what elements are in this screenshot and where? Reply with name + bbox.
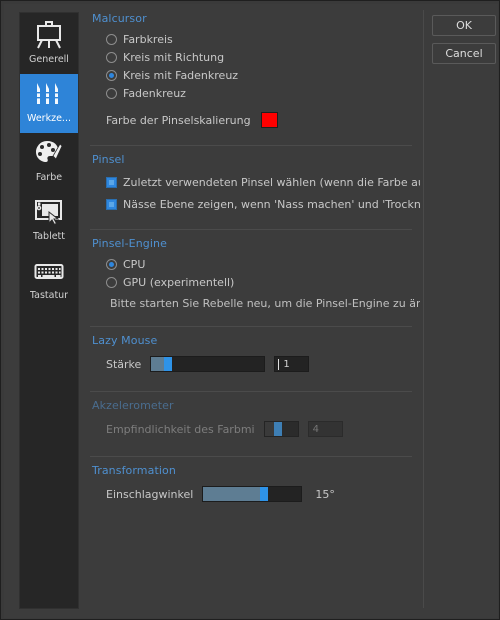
radio-farbkreis[interactable]: Farbkreis [106,31,420,48]
section-title: Akzelerometer [92,399,174,412]
transformation-angle-label: Einschlagwinkel [106,487,194,501]
lazy-mouse-strength-input[interactable]: 1 [274,356,310,372]
brush-scaling-color-row: Farbe der Pinselskalierung [106,109,420,131]
transformation-angle-slider[interactable] [202,486,303,502]
input-value: 1 [283,358,290,370]
sidebar-item-label: Werkze... [27,113,71,124]
lazy-mouse-strength-slider[interactable] [150,356,266,372]
radio-label: Kreis mit Richtung [123,51,225,64]
radio-label: Farbkreis [123,33,173,46]
sidebar-item-werkzeuge[interactable]: Werkze... [20,74,78,133]
transformation-angle-row: Einschlagwinkel 15° [106,483,420,505]
slider-fill [203,487,261,501]
radio-label: Kreis mit Fadenkreuz [123,69,239,82]
palette-icon [31,136,67,170]
radio-kreis-mit-richtung[interactable]: Kreis mit Richtung [106,49,420,66]
sidebar-item-label: Tablett [32,231,66,242]
section-divider [90,326,412,327]
section-lazy-mouse: Lazy Mouse Stärke 1 [90,326,420,375]
section-akzelerometer: Akzelerometer Empfindlichkeit des Farbmi… [90,391,420,440]
slider-fill [264,422,274,436]
checkbox-letzten-pinsel[interactable]: Zuletzt verwendeten Pinsel wählen (wenn … [106,172,420,193]
radio-label: GPU (experimentell) [123,276,235,289]
radio-kreis-mit-fadenkreuz[interactable]: Kreis mit Fadenkreuz [106,67,420,84]
brushes-icon [31,77,67,111]
sidebar-item-generell[interactable]: Generell [20,15,78,74]
settings-content: Malcursor Farbkreis Kreis mit Richtung K… [90,12,420,609]
checkbox-icon-checked [106,199,117,210]
sidebar-item-farbe[interactable]: Farbe [20,133,78,192]
tablet-icon [31,195,67,229]
akzelerometer-sensitivity-label: Empfindlichkeit des Farbmi [106,422,255,436]
text-caret [278,359,280,370]
slider-handle[interactable] [260,487,269,501]
section-pinsel: Pinsel Zuletzt verwendeten Pinsel wählen… [90,145,420,215]
cancel-button[interactable]: Cancel [432,43,496,64]
vertical-separator [423,10,424,608]
brush-scaling-color-swatch[interactable] [260,112,278,128]
radio-label: Fadenkreuz [123,87,186,100]
radio-label: CPU [123,258,146,271]
section-pinsel-engine: Pinsel-Engine CPU GPU (experimentell) Bi… [90,229,420,310]
section-title: Pinsel-Engine [92,237,167,250]
window-inner: Generell Werkze... Farbe Tablett Tastatu… [4,4,498,618]
sidebar-item-label: Farbe [35,172,63,183]
akzelerometer-sensitivity-input: 4 [307,421,343,437]
radio-cpu[interactable]: CPU [106,256,420,273]
radio-icon-selected [106,259,117,270]
akzelerometer-sensitivity-row: Empfindlichkeit des Farbmi 4 [106,418,420,440]
section-divider [90,456,412,457]
lazy-mouse-strength-row: Stärke 1 [106,353,420,375]
sidebar-item-tastatur[interactable]: Tastatur [20,251,78,310]
checkbox-icon-checked [106,177,117,188]
radio-icon [106,34,117,45]
checkbox-naesse-ebene[interactable]: Nässe Ebene zeigen, wenn 'Nass machen' u… [106,194,420,215]
section-divider [90,229,412,230]
input-value: 4 [312,423,319,435]
preferences-window: Generell Werkze... Farbe Tablett Tastatu… [0,0,500,620]
checkbox-label: Nässe Ebene zeigen, wenn 'Nass machen' u… [123,198,420,211]
sidebar-item-label: Tastatur [29,290,69,301]
section-divider [90,145,412,146]
section-malcursor: Malcursor Farbkreis Kreis mit Richtung K… [90,12,420,131]
akzelerometer-sensitivity-slider [263,421,299,437]
section-title: Malcursor [92,12,147,25]
lazy-mouse-strength-label: Stärke [106,357,142,371]
easel-icon [31,18,67,52]
sidebar-item-tablett[interactable]: Tablett [20,192,78,251]
section-divider [90,391,412,392]
slider-handle [273,422,282,436]
radio-icon [106,277,117,288]
engine-restart-note: Bitte starten Sie Rebelle neu, um die Pi… [110,297,420,310]
keyboard-icon [31,254,67,288]
slider-handle[interactable] [164,357,173,371]
transformation-angle-value: 15° [315,487,335,501]
radio-icon [106,52,117,63]
settings-sidebar: Generell Werkze... Farbe Tablett Tastatu… [19,12,79,609]
slider-fill [151,357,165,371]
brush-scaling-color-label: Farbe der Pinselskalierung [106,113,251,127]
ok-button[interactable]: OK [432,15,496,36]
radio-icon-selected [106,70,117,81]
radio-gpu[interactable]: GPU (experimentell) [106,274,420,291]
radio-fadenkreuz[interactable]: Fadenkreuz [106,85,420,102]
radio-icon [106,88,117,99]
checkbox-label: Zuletzt verwendeten Pinsel wählen (wenn … [123,176,420,189]
section-title: Pinsel [92,153,125,166]
section-transformation: Transformation Einschlagwinkel 15° [90,456,420,505]
sidebar-item-label: Generell [29,54,69,65]
section-title: Lazy Mouse [92,334,158,347]
section-title: Transformation [92,464,176,477]
